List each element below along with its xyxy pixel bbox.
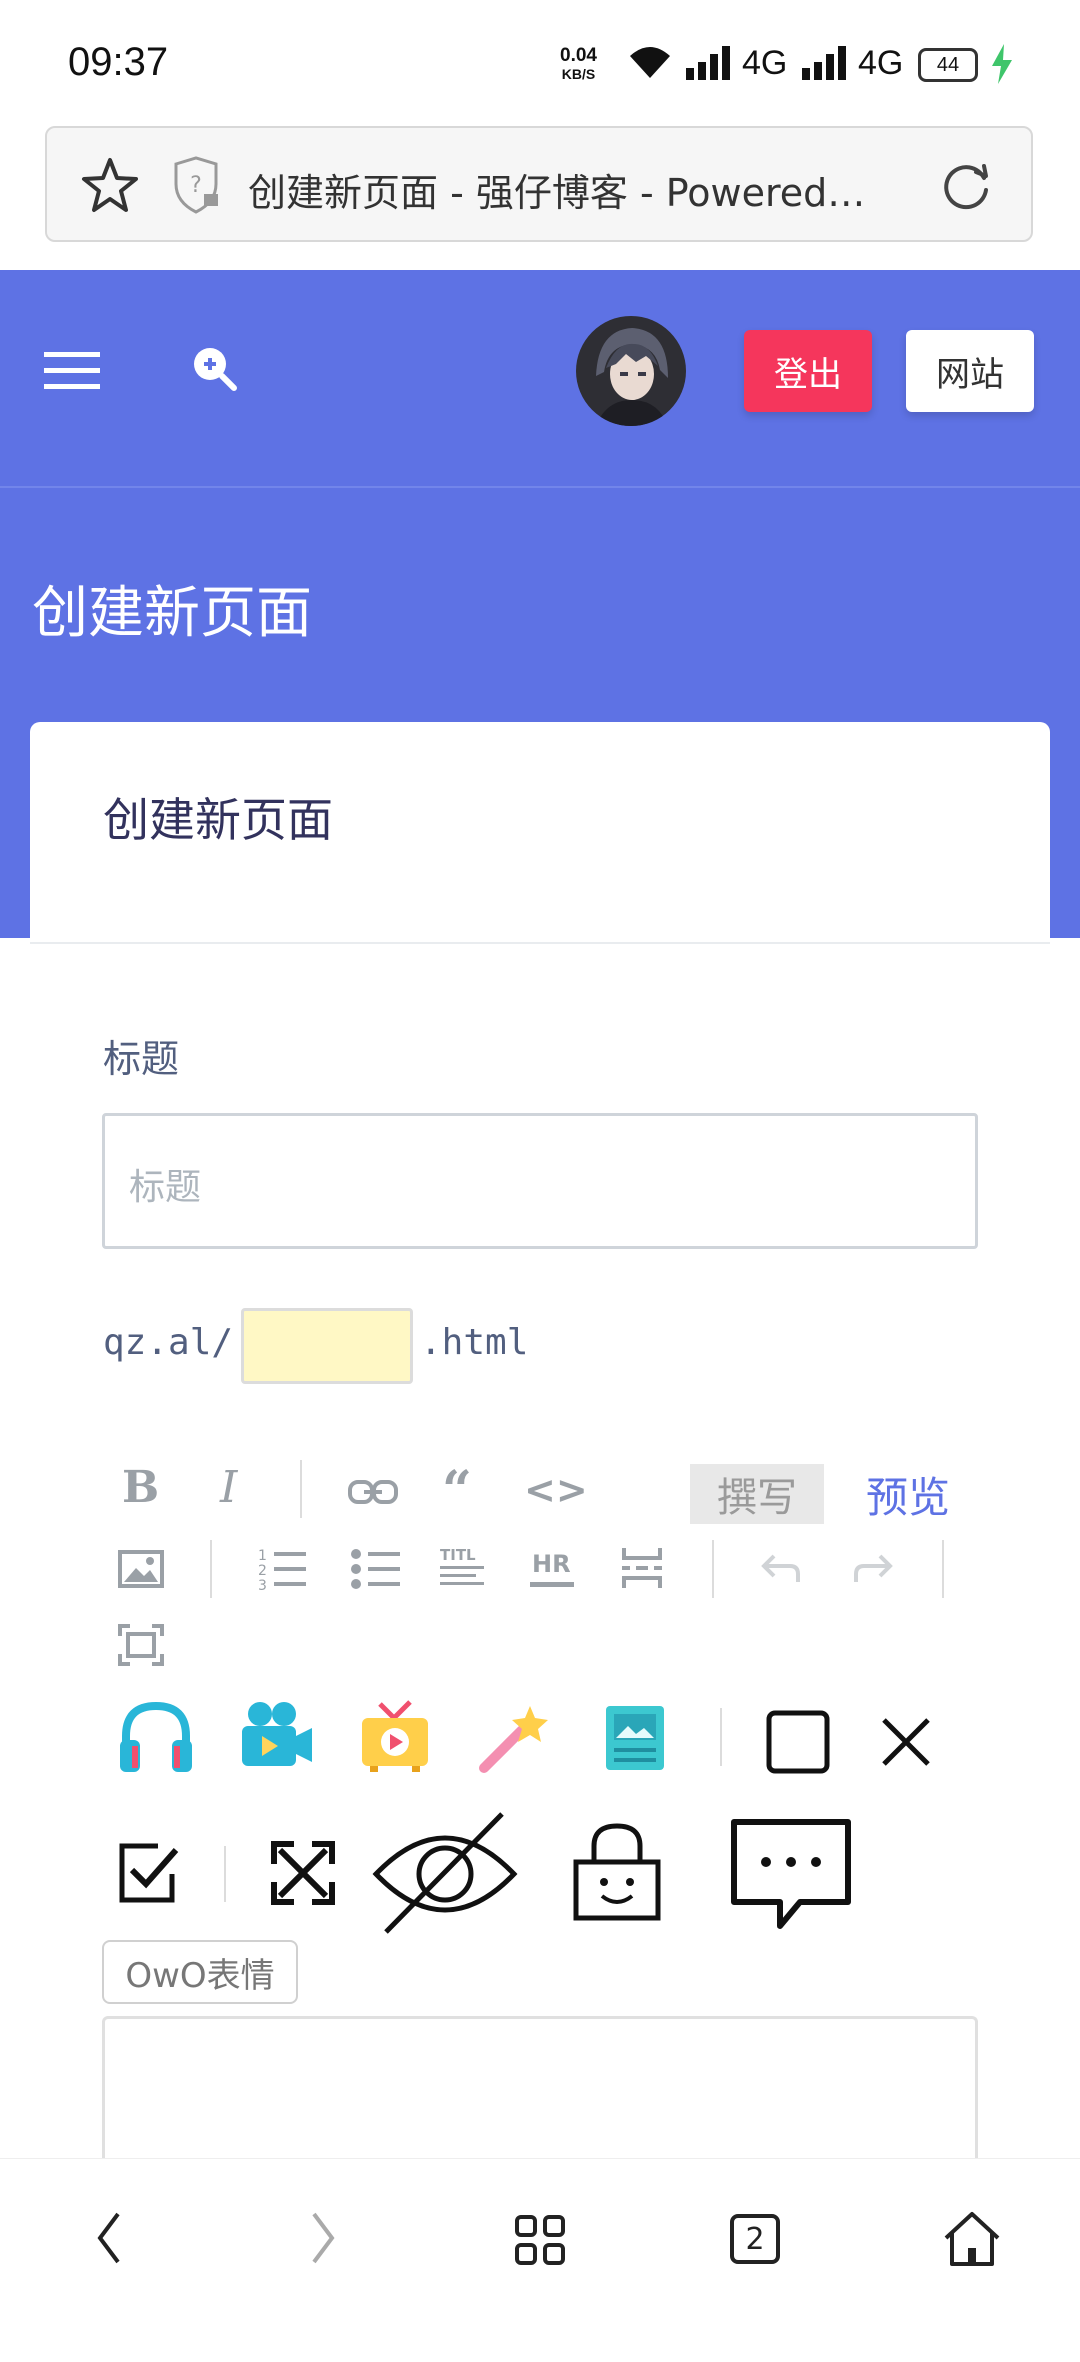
undo-icon[interactable]	[760, 1552, 802, 1586]
charging-icon	[992, 44, 1012, 84]
toolbar-separator	[300, 1460, 302, 1518]
tab-write[interactable]: 撰写	[690, 1464, 824, 1524]
toolbar-separator	[942, 1540, 944, 1598]
owo-emoji-button[interactable]: OwO表情	[102, 1940, 298, 2004]
svg-text:2: 2	[258, 1563, 267, 1579]
hide-eye-icon[interactable]	[370, 1812, 520, 1936]
fullscreen-editor-icon[interactable]	[118, 1624, 164, 1666]
unordered-list-icon[interactable]	[350, 1546, 402, 1592]
comment-icon[interactable]	[730, 1818, 852, 1932]
signal-icon-1	[686, 46, 730, 80]
toolbar-separator	[712, 1540, 714, 1598]
wifi-icon	[630, 47, 670, 78]
quote-icon[interactable]: “	[442, 1460, 472, 1521]
status-time: 09:37	[68, 40, 169, 84]
network-type-1: 4G	[742, 44, 788, 82]
menu-grid-icon[interactable]	[514, 2214, 566, 2266]
svg-text:HR: HR	[532, 1550, 571, 1578]
link-icon[interactable]	[348, 1478, 398, 1506]
video-icon[interactable]	[238, 1700, 314, 1770]
battery-icon: 44	[918, 48, 978, 82]
network-speed-unit: KB/S	[561, 66, 596, 82]
svg-text:3: 3	[258, 1578, 267, 1592]
signal-icon-2	[802, 46, 846, 80]
title-input-placeholder: 标题	[129, 1167, 202, 1208]
toolbar-separator	[210, 1540, 212, 1598]
italic-icon[interactable]: I	[220, 1462, 237, 1513]
svg-text:TITL: TITL	[440, 1546, 476, 1564]
title-input[interactable]: 标题	[102, 1113, 978, 1249]
magic-wand-icon[interactable]	[478, 1702, 552, 1774]
network-speed-value: 0.04	[560, 45, 597, 66]
card-divider	[30, 942, 1050, 944]
website-button[interactable]: 网站	[906, 330, 1034, 412]
header-divider	[0, 486, 1080, 488]
back-icon[interactable]	[92, 2210, 126, 2266]
slug-input[interactable]	[241, 1308, 413, 1384]
title-icon[interactable]: TITL	[438, 1544, 486, 1592]
page-title-in-url-bar[interactable]: 创建新页面 - 强仔博客 - Powered…	[248, 162, 865, 217]
battery-level: 44	[936, 53, 960, 76]
toolbar-separator	[224, 1846, 226, 1902]
bookmark-star-icon[interactable]	[80, 156, 140, 214]
home-icon[interactable]	[942, 2210, 1002, 2268]
lock-icon[interactable]	[572, 1822, 662, 1922]
redo-icon[interactable]	[852, 1552, 894, 1586]
image-icon[interactable]	[118, 1550, 164, 1588]
reload-icon[interactable]	[938, 158, 994, 214]
tabs-count: 2	[745, 2221, 765, 2257]
music-icon[interactable]	[118, 1700, 194, 1774]
code-icon[interactable]: <>	[524, 1468, 588, 1512]
checkbox-checked-icon[interactable]	[116, 1840, 182, 1906]
network-speed: 0.04 KB/S	[560, 46, 597, 84]
slug-suffix: .html	[420, 1322, 529, 1363]
toolbar-separator	[720, 1708, 722, 1766]
menu-icon[interactable]	[44, 350, 100, 392]
expand-icon[interactable]	[270, 1840, 336, 1906]
svg-text:1: 1	[258, 1548, 267, 1564]
horizontal-rule-icon[interactable]: HR	[528, 1546, 576, 1590]
tabs-icon[interactable]: 2	[730, 2214, 780, 2264]
logout-button[interactable]: 登出	[744, 330, 872, 412]
tab-preview[interactable]: 预览	[866, 1464, 950, 1525]
hero-title: 创建新页面	[32, 581, 312, 646]
title-field-label: 标题	[103, 1037, 180, 1081]
forward-icon[interactable]	[306, 2210, 340, 2266]
network-type-2: 4G	[858, 44, 904, 82]
page-break-icon[interactable]	[620, 1544, 664, 1592]
security-shield-icon[interactable]: ?	[170, 156, 222, 214]
book-icon[interactable]	[604, 1704, 666, 1772]
card-title: 创建新页面	[103, 793, 333, 847]
search-icon[interactable]	[192, 346, 238, 392]
ordered-list-icon[interactable]: 1 2 3	[256, 1546, 308, 1592]
avatar[interactable]	[576, 316, 686, 426]
tv-icon[interactable]	[360, 1700, 430, 1774]
bold-icon[interactable]: B	[122, 1462, 159, 1513]
close-icon[interactable]	[878, 1714, 934, 1770]
checkbox-empty-icon[interactable]	[766, 1710, 830, 1774]
slug-prefix: qz.al/	[103, 1322, 234, 1363]
svg-text:?: ?	[190, 173, 202, 198]
